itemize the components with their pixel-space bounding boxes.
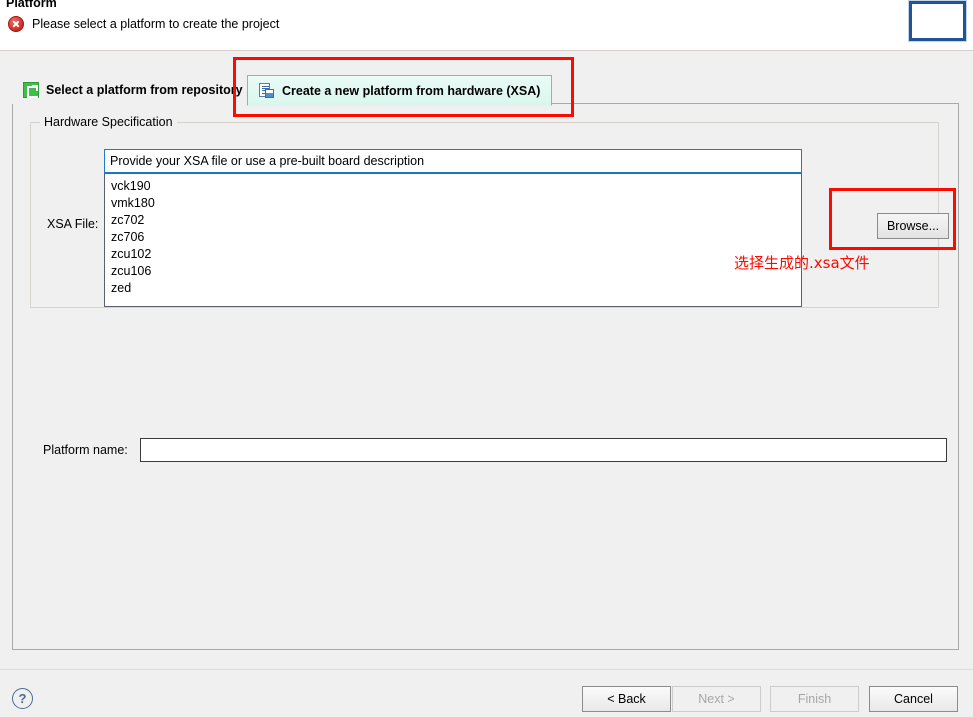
- xsa-file-dropdown-list[interactable]: vck190 vmk180 zc702 zc706 zcu102 zcu106 …: [104, 173, 802, 307]
- tab-create-new-from-hardware[interactable]: Create a new platform from hardware (XSA…: [247, 75, 553, 106]
- browse-button[interactable]: Browse...: [877, 213, 949, 239]
- annotation-xsa-note: 选择生成的.xsa文件: [734, 254, 870, 272]
- tab-folder: Select a platform from repository Create…: [12, 72, 959, 650]
- list-item[interactable]: zcu106: [105, 263, 801, 280]
- tab-strip: Select a platform from repository Create…: [12, 72, 959, 106]
- list-item[interactable]: zc706: [105, 229, 801, 246]
- finish-button: Finish: [770, 686, 859, 712]
- list-item[interactable]: zcu102: [105, 246, 801, 263]
- dialog-header: Platform Please select a platform to cre…: [0, 0, 973, 51]
- tab-select-from-repository[interactable]: Select a platform from repository: [12, 75, 254, 105]
- platform-name-input[interactable]: [140, 438, 947, 462]
- list-item[interactable]: zed: [105, 280, 801, 297]
- xsa-file-combo-input[interactable]: Provide your XSA file or use a pre-built…: [104, 149, 802, 173]
- tab-content-panel: Hardware Specification XSA File: Provide…: [12, 104, 959, 650]
- list-item[interactable]: vck190: [105, 178, 801, 195]
- error-icon: [8, 16, 24, 32]
- cancel-button[interactable]: Cancel: [869, 686, 958, 712]
- repository-icon: [23, 82, 39, 98]
- back-button[interactable]: < Back: [582, 686, 671, 712]
- hardware-specification-group: Hardware Specification XSA File: Provide…: [30, 115, 949, 308]
- xsa-file-label: XSA File:: [47, 217, 99, 231]
- dialog-body: Select a platform from repository Create…: [0, 51, 973, 669]
- status-message-row: Please select a platform to create the p…: [8, 16, 279, 32]
- thumbnail-placeholder: [908, 0, 967, 42]
- tab-create-new-from-hardware-label: Create a new platform from hardware (XSA…: [282, 83, 541, 98]
- next-button: Next >: [672, 686, 761, 712]
- platform-name-label: Platform name:: [43, 443, 128, 457]
- new-platform-icon: [259, 82, 275, 99]
- list-item[interactable]: zc702: [105, 212, 801, 229]
- page-title: Platform: [6, 0, 57, 10]
- platform-wizard-dialog: Platform Please select a platform to cre…: [0, 0, 973, 717]
- list-item[interactable]: vmk180: [105, 195, 801, 212]
- hardware-specification-title: Hardware Specification: [40, 115, 177, 129]
- tab-select-from-repository-label: Select a platform from repository: [46, 83, 243, 97]
- help-icon[interactable]: ?: [12, 688, 33, 709]
- status-message-text: Please select a platform to create the p…: [32, 17, 280, 31]
